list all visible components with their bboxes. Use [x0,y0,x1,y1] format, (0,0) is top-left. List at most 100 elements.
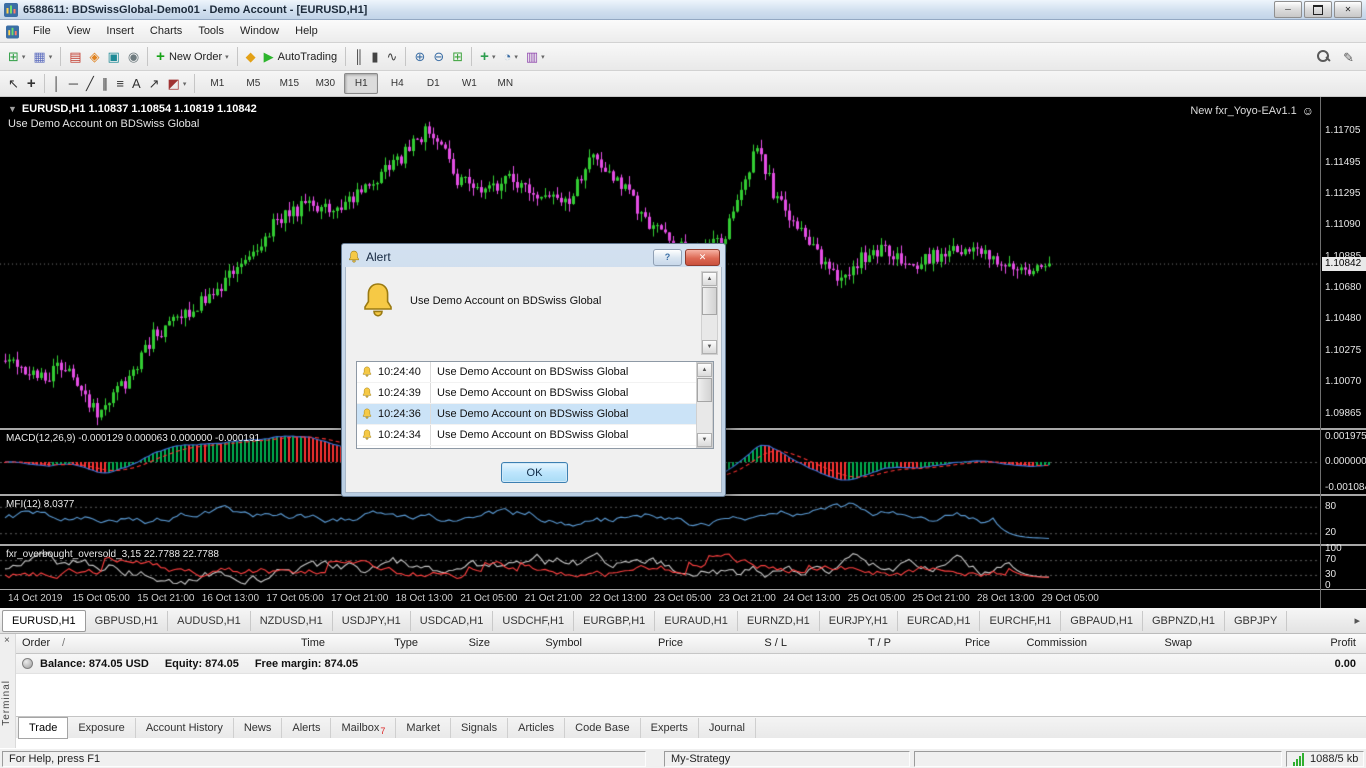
alert-row[interactable]: 10:24:39Use Demo Account on BDSwiss Glob… [357,383,713,404]
new-chart-dropdown-arrow[interactable]: ▾ [22,53,26,61]
periods-list-button[interactable]: ◔▾ [500,46,520,68]
search-button[interactable] [1312,46,1338,68]
timeframe-m15[interactable]: M15 [272,73,306,94]
new-order-button[interactable]: +New Order▾ [153,46,231,68]
menu-charts[interactable]: Charts [142,22,190,40]
chart-tab-usdcad-h1[interactable]: USDCAD,H1 [411,611,494,631]
metaeditor-button[interactable]: ◆ [243,46,259,68]
trendline-button[interactable]: ╱ [83,73,97,95]
new-order-dropdown-arrow[interactable]: ▾ [225,53,229,61]
terminal-tab-exposure[interactable]: Exposure [68,718,135,738]
crosshair-button[interactable]: + [24,73,39,95]
new-chart-button[interactable]: ⊞▾ [5,46,28,68]
indicators-list-button[interactable]: +▾ [477,46,498,68]
alert-row[interactable]: 10:24:34Use Demo Account on BDSwiss Glob… [357,425,713,446]
alert-row[interactable]: 10:24:33Use Demo Account on BDSwiss Glob… [357,446,713,449]
close-button[interactable]: ✕ [1334,1,1362,18]
tile-windows-button[interactable]: ⊞ [449,46,466,68]
chevron-right-icon[interactable]: ▸ [1354,614,1360,627]
chart-tab-usdjpy-h1[interactable]: USDJPY,H1 [333,611,411,631]
menu-insert[interactable]: Insert [98,22,142,40]
fibonacci-retracement-button[interactable]: ≡ [113,73,127,95]
shapes-button[interactable]: ◩▾ [165,73,190,95]
chart-tab-gbpusd-h1[interactable]: GBPUSD,H1 [86,611,169,631]
price-scale[interactable]: 1.10842 1.117051.114951.112951.110901.10… [1320,97,1366,608]
column-size[interactable]: Size [469,637,490,649]
timeframe-h4[interactable]: H4 [380,73,414,94]
column-type[interactable]: Type [394,637,418,649]
column-price[interactable]: Price [658,637,683,649]
periods-list-dropdown-arrow[interactable]: ▾ [514,53,518,61]
equidistant-channel-button[interactable]: ∥ [99,73,112,95]
timeframe-mn[interactable]: MN [488,73,522,94]
scroll-down-icon[interactable]: ▼ [702,340,717,354]
terminal-tab-code-base[interactable]: Code Base [565,718,640,738]
column-order[interactable]: Order [22,637,50,649]
scroll-up-icon[interactable]: ▲ [697,363,712,377]
scrollbar-thumb[interactable] [697,378,712,402]
one-click-trading-arrow[interactable]: ▼ [8,104,17,114]
ok-button[interactable]: OK [501,462,568,483]
terminal-tab-news[interactable]: News [234,718,283,738]
chart-candlesticks-button[interactable]: ▮ [368,46,381,68]
chart-tab-usdchf-h1[interactable]: USDCHF,H1 [493,611,574,631]
connection-status[interactable]: 1088/5 kb [1286,751,1364,767]
chart-tab-gbpaud-h1[interactable]: GBPAUD,H1 [1061,611,1143,631]
zoom-in-button[interactable]: ⊕ [411,46,428,68]
column-profit[interactable]: Profit [1330,637,1356,649]
terminal-tab-account-history[interactable]: Account History [136,718,234,738]
terminal-tab-alerts[interactable]: Alerts [282,718,331,738]
terminal-tab-mailbox[interactable]: Mailbox7 [331,718,396,738]
navigator-button[interactable]: ◈ [87,46,103,68]
arrow-objects-button[interactable]: ↗ [146,73,163,95]
message-scrollbar[interactable]: ▲ ▼ [701,271,718,355]
alert-dialog-titlebar[interactable]: Alert ? ✕ [345,247,722,267]
profiles-dropdown-arrow[interactable]: ▾ [49,53,53,61]
mfi-panel-canvas[interactable] [0,496,1320,544]
chart-line-button[interactable]: ∿ [384,46,401,68]
alert-row[interactable]: 10:24:36Use Demo Account on BDSwiss Glob… [357,404,713,425]
timeframe-h1[interactable]: H1 [344,73,378,94]
profiles-button[interactable]: ▦▾ [30,46,55,68]
dialog-close-button[interactable]: ✕ [685,249,720,266]
menu-tools[interactable]: Tools [190,22,232,40]
column-price[interactable]: Price [965,637,990,649]
chart-tab-eurusd-h1[interactable]: EURUSD,H1 [2,610,86,632]
column-symbol[interactable]: Symbol [545,637,582,649]
menu-file[interactable]: File [25,22,59,40]
timeframe-m1[interactable]: M1 [200,73,234,94]
ea-smiley-icon[interactable]: ☺ [1302,104,1314,118]
time-axis[interactable]: 14 Oct 201915 Oct 05:0015 Oct 21:0016 Oc… [0,590,1366,608]
column-swap[interactable]: Swap [1164,637,1192,649]
strategy-tester-button[interactable]: ◉ [125,46,142,68]
scrollbar-thumb[interactable] [702,287,717,315]
chart-bars-button[interactable]: ║ [351,46,366,68]
timeframe-d1[interactable]: D1 [416,73,450,94]
horizontal-line-button[interactable]: ─ [66,73,81,95]
chart-tab-eurchf-h1[interactable]: EURCHF,H1 [980,611,1061,631]
terminal-tab-journal[interactable]: Journal [699,718,756,738]
quick-edit-button[interactable]: ✎ [1340,46,1357,68]
cursor-button[interactable]: ↖ [5,73,22,95]
terminal-tab-experts[interactable]: Experts [641,718,699,738]
chart-tab-eurgbp-h1[interactable]: EURGBP,H1 [574,611,655,631]
expert-advisor-label[interactable]: New fxr_Yoyo-EAv1.1☺ [1190,104,1314,118]
list-scrollbar[interactable]: ▲ ▼ [696,362,713,448]
timeframe-m5[interactable]: M5 [236,73,270,94]
alert-history-list[interactable]: 10:24:40Use Demo Account on BDSwiss Glob… [356,361,714,449]
column-s-l[interactable]: S / L [764,637,787,649]
menu-view[interactable]: View [59,22,99,40]
chart-tab-eurjpy-h1[interactable]: EURJPY,H1 [820,611,898,631]
minimize-button[interactable]: ─ [1274,1,1302,18]
autotrading-button[interactable]: ▶AutoTrading [261,46,341,68]
alert-row[interactable]: 10:24:40Use Demo Account on BDSwiss Glob… [357,362,713,383]
menu-help[interactable]: Help [287,22,326,40]
indicators-list-dropdown-arrow[interactable]: ▾ [492,53,496,61]
timeframe-w1[interactable]: W1 [452,73,486,94]
chart-tab-euraud-h1[interactable]: EURAUD,H1 [655,611,738,631]
text-label-button[interactable]: A [129,73,144,95]
column-commission[interactable]: Commission [1026,637,1087,649]
terminal-tab-trade[interactable]: Trade [18,717,68,739]
chart-tab-gbpjpy[interactable]: GBPJPY [1225,611,1287,631]
timeframe-m30[interactable]: M30 [308,73,342,94]
